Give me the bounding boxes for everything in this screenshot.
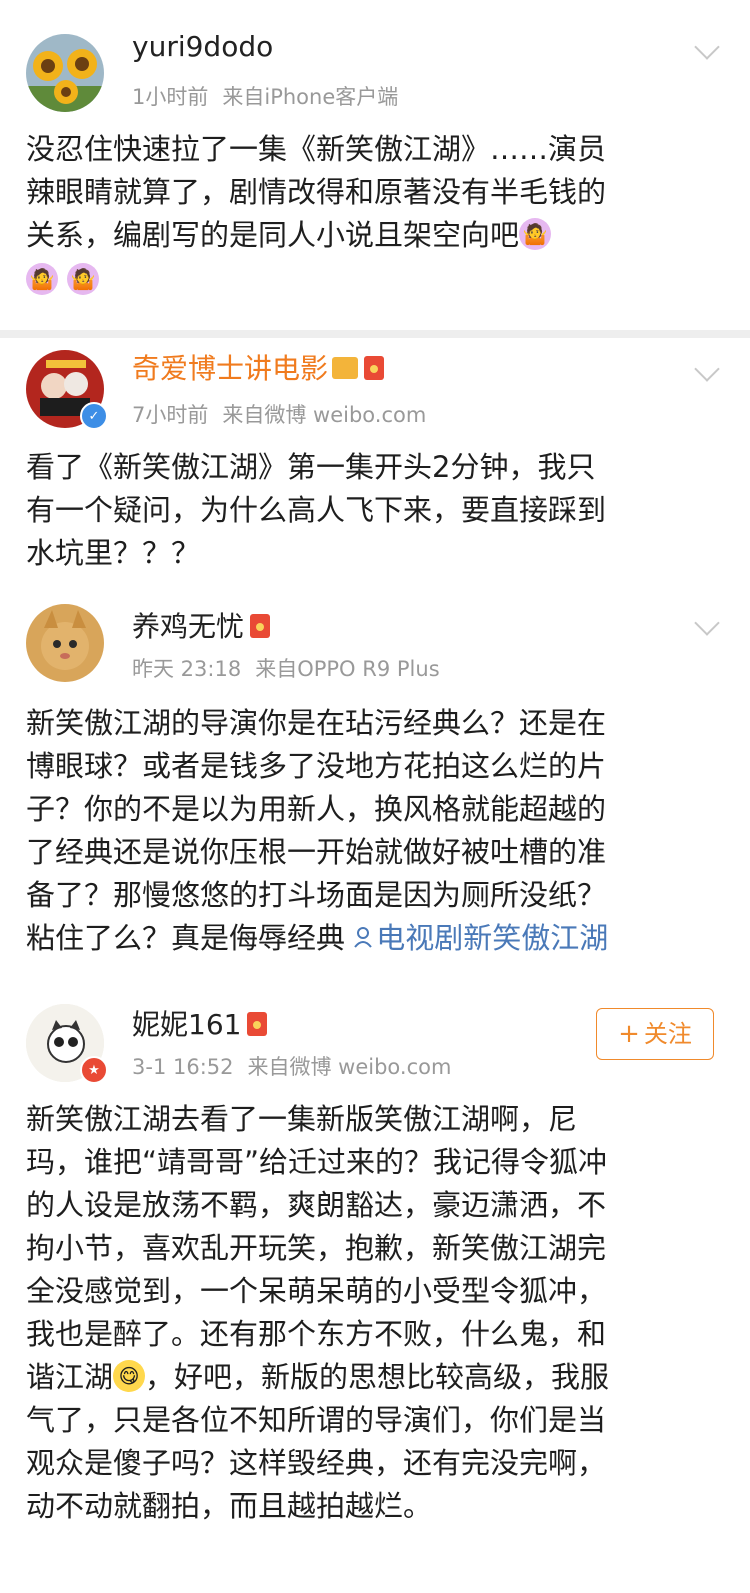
red-packet-icon [247,1012,268,1036]
follow-label: 关注 [643,1020,692,1048]
post-text: 新笑傲江湖的导演你是在玷污经典么？还是在 博眼球？或者是钱多了没地方花拍这么烂的… [26,702,726,960]
red-packet-icon [250,614,271,638]
text-line: 辣眼睛就算了，剧情改得和原著没有半毛钱的 [26,175,607,209]
post-meta: 昨天 23:18 来自OPPO R9 Plus [132,656,440,682]
post-meta: 7小时前 来自微博 weibo.com [132,402,426,428]
text-line: 动不动就翻拍，而且越拍越烂。 [26,1489,433,1523]
vip-crown-icon [332,357,359,379]
post-divider [0,330,750,338]
text-line: 玛，谁把“靖哥哥”给迁过来的？我记得令狐冲 [26,1145,608,1179]
post-nini161: ★ 妮妮161 3-1 16:52 来自微博 weibo.com + 关注 新笑傲江… [0,988,750,1593]
emoji-line: 🤷 🤷 [26,259,726,302]
text-line: 全没感觉到，一个呆萌呆萌的小受型令狐冲， [26,1274,607,1308]
post-yangji-wuyou: 养鸡无忧 昨天 23:18 来自OPPO R9 Plus 新笑傲江湖的导演你是在玷… [0,588,750,988]
post-dr-strangelove: ✓ 奇爱博士讲电影 7小时前 来自微博 weibo.com 看了《新笑傲江湖》第一… [0,338,750,588]
chevron-down-icon[interactable] [694,356,720,382]
text-line: 水坑里？？？ [26,536,201,570]
post-text: 没忍住快速拉了一集《新笑傲江湖》……演员 辣眼睛就算了，剧情改得和原著没有半毛钱… [26,128,726,302]
avatar[interactable] [26,34,104,112]
post-yuri9dodo: yuri9dodo 1小时前 来自iPhone客户端 没忍住快速拉了一集《新笑傲江… [0,0,750,330]
user-badge-icon: ★ [80,1056,108,1084]
username[interactable]: 奇爱博士讲电影 [132,352,385,386]
topic-link[interactable]: 电视剧新笑傲江湖 [354,921,608,955]
text-line: 了经典还是说你压根一开始就做好被吐槽的准 [26,835,607,869]
post-text: 看了《新笑傲江湖》第一集开头2分钟，我只 有一个疑问，为什么高人飞下来，要直接踩… [26,446,726,575]
post-time: 3-1 16:52 [132,1055,234,1079]
text-line: 备了？那慢悠悠的打斗场面是因为厕所没纸？ [26,878,607,912]
person-shrugging-emoji-icon: 🤷 [26,263,58,295]
post-source: 来自OPPO R9 Plus [255,657,440,681]
post-time: 7小时前 [132,403,209,427]
username[interactable]: yuri9dodo [132,30,273,64]
drooling-face-emoji-icon: 😋 [113,1360,146,1392]
text-line: 观众是傻子吗？这样毁经典，还有完没完啊， [26,1446,607,1480]
text-line: 博眼球？或者是钱多了没地方花拍这么烂的片 [26,749,607,783]
text-line: 有一个疑问，为什么高人飞下来，要直接踩到 [26,493,607,527]
post-source: 来自微博 weibo.com [247,1055,452,1079]
username-text: 妮妮161 [132,1008,242,1041]
text-line: 我也是醉了。还有那个东方不败，什么鬼，和 [26,1317,607,1351]
chevron-down-icon[interactable] [694,34,720,60]
username-text: 养鸡无忧 [132,610,245,643]
text-line-with-emoji: 关系，编剧写的是同人小说且架空向吧 🤷 [26,214,726,257]
weibo-comment-feed: yuri9dodo 1小时前 来自iPhone客户端 没忍住快速拉了一集《新笑傲江… [0,0,750,1593]
avatar[interactable] [26,604,104,682]
text-line-with-link: 粘住了么？真是侮辱经典 电视剧新笑傲江湖 [26,917,726,960]
verified-badge-icon: ✓ [80,402,108,430]
follow-button[interactable]: + 关注 [596,1008,714,1060]
topic-link-text: 电视剧新笑傲江湖 [376,921,609,955]
username[interactable]: 妮妮161 [132,1008,268,1042]
text-line: 没忍住快速拉了一集《新笑傲江湖》……演员 [26,132,607,166]
sunflower-avatar-icon [26,34,104,112]
text-line-with-emoji: 谐江湖 😋 ，好吧，新版的思想比较高级，我服 [26,1356,726,1399]
text-line: 气了，只是各位不知所谓的导演们，你们是当 [26,1403,607,1437]
username-text: 奇爱博士讲电影 [132,352,329,385]
text-line: 新笑傲江湖去看了一集新版笑傲江湖啊，尼 [26,1102,578,1136]
post-source: 来自iPhone客户端 [222,85,399,109]
text-segment: 粘住了么？真是侮辱经典 [26,921,355,955]
chevron-down-icon[interactable] [694,610,720,636]
post-time: 1小时前 [132,85,209,109]
cat-avatar-icon [26,604,104,682]
text-line: 子？你的不是以为用新人，换风格就能超越的 [26,792,607,826]
post-meta: 1小时前 来自iPhone客户端 [132,84,398,110]
username[interactable]: 养鸡无忧 [132,610,271,644]
text-segment: 谐江湖 [26,1360,114,1394]
post-text: 新笑傲江湖去看了一集新版笑傲江湖啊，尼 玛，谁把“靖哥哥”给迁过来的？我记得令狐… [26,1098,726,1528]
post-meta: 3-1 16:52 来自微博 weibo.com [132,1054,451,1080]
person-link-icon [354,927,372,948]
red-packet-icon [364,356,385,380]
text-segment: 关系，编剧写的是同人小说且架空向吧 [26,218,520,252]
person-shrugging-emoji-icon: 🤷 [67,263,100,295]
text-segment: ，好吧，新版的思想比较高级，我服 [145,1360,610,1394]
text-line: 的人设是放荡不羁，爽朗豁达，豪迈潇洒，不 [26,1188,607,1222]
text-line: 新笑傲江湖的导演你是在玷污经典么？还是在 [26,706,607,740]
post-source: 来自微博 weibo.com [222,403,427,427]
text-line: 看了《新笑傲江湖》第一集开头2分钟，我只 [26,450,596,484]
post-time: 昨天 23:18 [132,657,242,681]
plus-icon: + [618,1019,640,1049]
person-shrugging-emoji-icon: 🤷 [519,218,552,250]
text-line: 拘小节，喜欢乱开玩笑，抱歉，新笑傲江湖完 [26,1231,607,1265]
